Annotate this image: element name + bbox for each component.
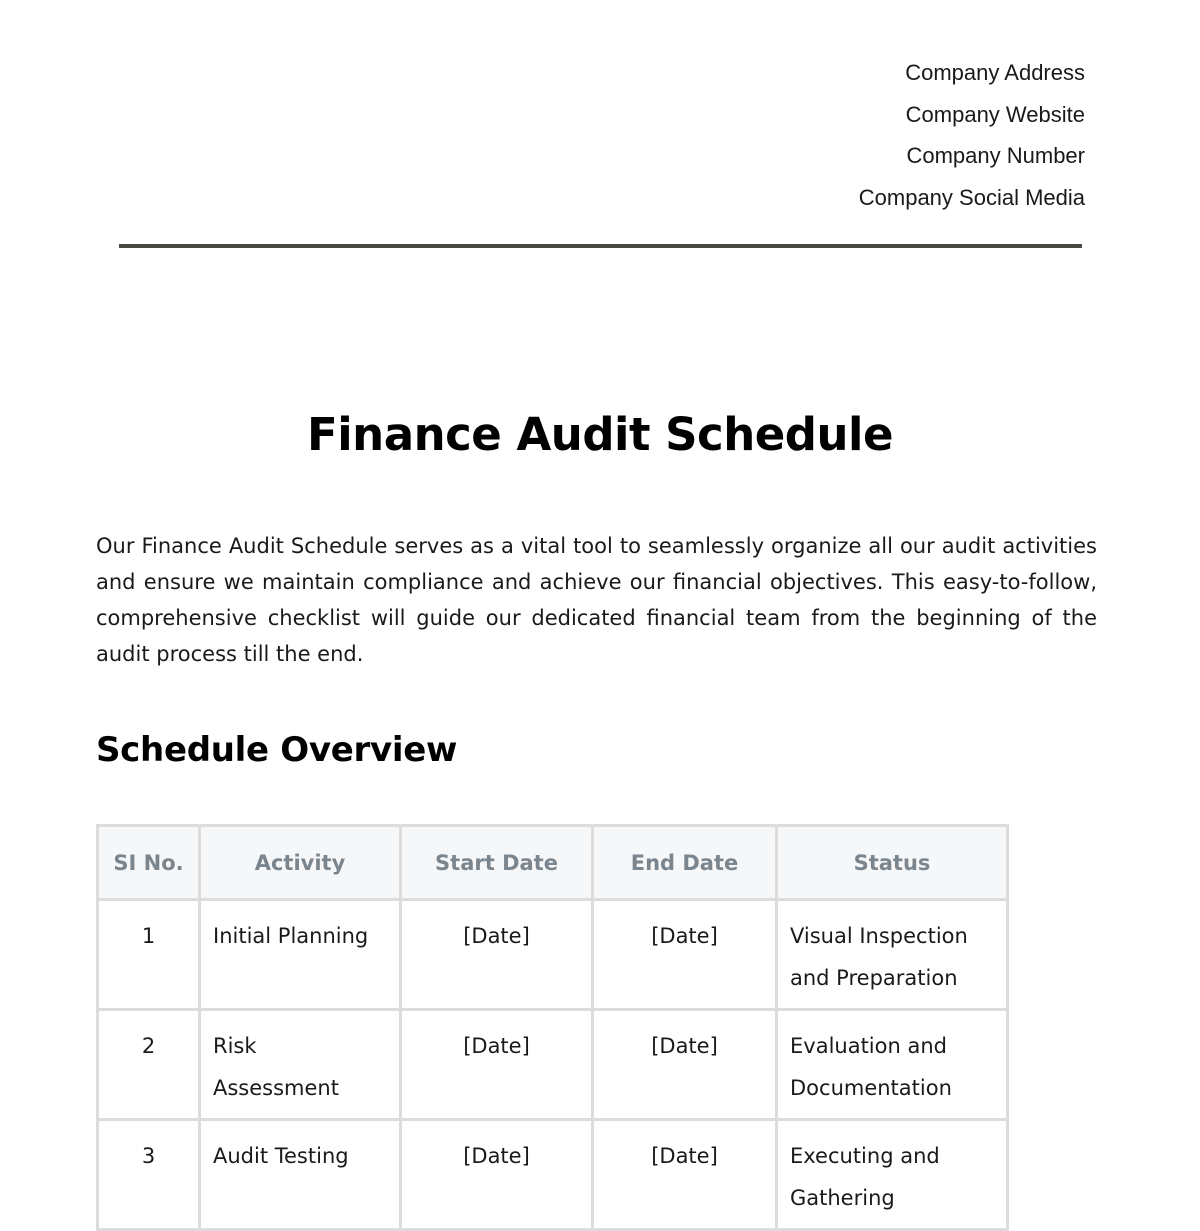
cell-end-date: [Date]	[591, 1118, 778, 1231]
column-header-activity: Activity	[198, 824, 402, 901]
cell-end-date: [Date]	[591, 1008, 778, 1121]
header-divider	[119, 244, 1082, 248]
cell-si-no: 1	[96, 898, 201, 1011]
cell-status: Evaluation and Documentation	[775, 1008, 1009, 1121]
company-address: Company Address	[905, 60, 1085, 85]
company-social-media: Company Social Media	[858, 184, 1085, 210]
company-number: Company Number	[906, 143, 1085, 168]
cell-start-date: [Date]	[399, 898, 594, 1011]
table-row: 3 Audit Testing [Date] [Date] Executing …	[96, 1118, 1009, 1231]
cell-end-date: [Date]	[591, 898, 778, 1011]
cell-activity: Risk Assessment	[198, 1008, 402, 1121]
table-header-row: SI No. Activity Start Date End Date Stat…	[96, 824, 1009, 901]
cell-status: Visual Inspection and Preparation	[775, 898, 1009, 1011]
intro-paragraph: Our Finance Audit Schedule serves as a v…	[96, 534, 1097, 666]
section-heading-schedule-overview: Schedule Overview	[96, 730, 458, 770]
cell-si-no: 2	[96, 1008, 201, 1121]
column-header-start-date: Start Date	[399, 824, 594, 901]
table-row: 2 Risk Assessment [Date] [Date] Evaluati…	[96, 1008, 1009, 1121]
schedule-table: SI No. Activity Start Date End Date Stat…	[96, 824, 1009, 1231]
table-row: 1 Initial Planning [Date] [Date] Visual …	[96, 898, 1009, 1011]
company-info: Company Address Company Website Company …	[859, 52, 1085, 218]
cell-status: Executing and Gathering	[775, 1118, 1009, 1231]
company-website: Company Website	[905, 101, 1085, 127]
cell-start-date: [Date]	[399, 1008, 594, 1121]
column-header-status: Status	[775, 824, 1009, 901]
cell-si-no: 3	[96, 1118, 201, 1231]
cell-activity: Audit Testing	[198, 1118, 402, 1231]
column-header-end-date: End Date	[591, 824, 778, 901]
cell-activity: Initial Planning	[198, 898, 402, 1011]
column-header-si-no: SI No.	[96, 824, 201, 901]
document-title: Finance Audit Schedule	[307, 408, 893, 461]
cell-start-date: [Date]	[399, 1118, 594, 1231]
